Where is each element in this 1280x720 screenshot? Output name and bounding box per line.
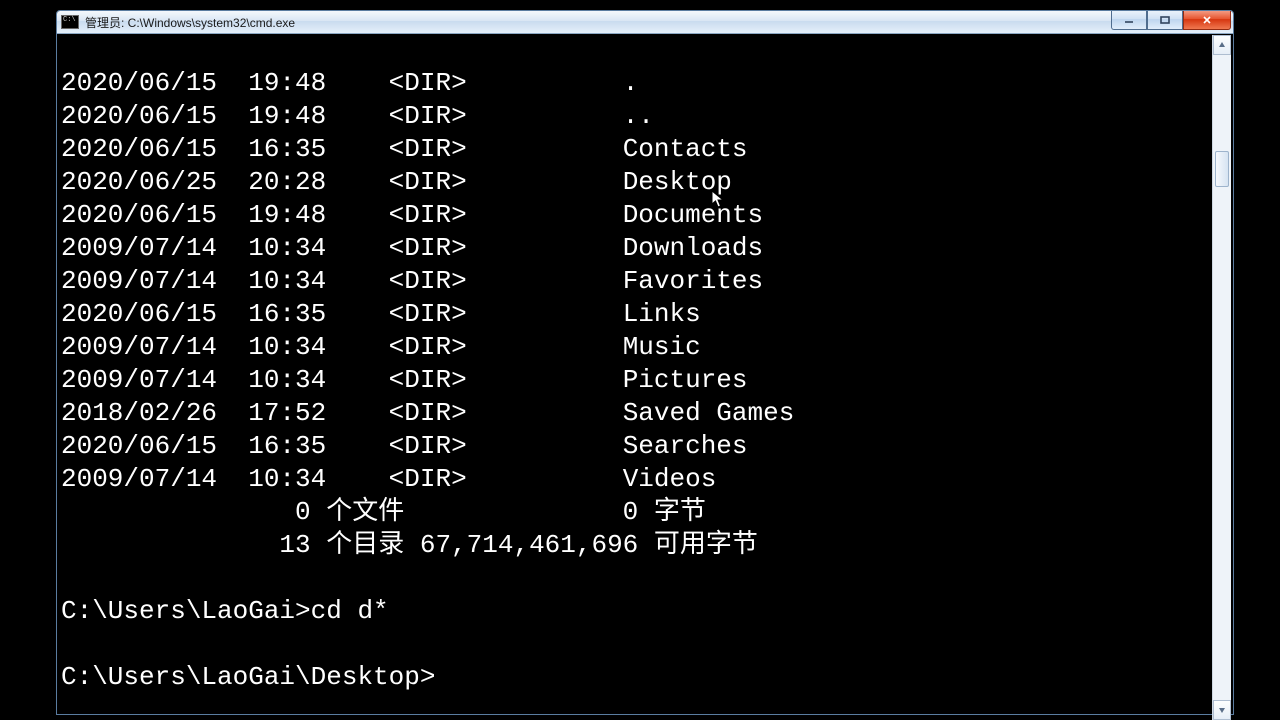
scroll-up-button[interactable]	[1213, 35, 1231, 55]
maximize-button[interactable]	[1147, 11, 1183, 30]
titlebar[interactable]: 管理员: C:\Windows\system32\cmd.exe	[57, 11, 1233, 34]
vertical-scroll-thumb[interactable]	[1215, 151, 1229, 187]
minimize-button[interactable]	[1111, 11, 1147, 30]
vertical-scrollbar[interactable]	[1212, 35, 1231, 720]
scroll-down-button[interactable]	[1213, 700, 1231, 720]
cmd-window: 管理员: C:\Windows\system32\cmd.exe 2020/06…	[56, 10, 1234, 715]
window-title: 管理员: C:\Windows\system32\cmd.exe	[85, 14, 295, 31]
vertical-scroll-track[interactable]	[1213, 55, 1231, 700]
terminal-output[interactable]: 2020/06/15 19:48 <DIR> . 2020/06/15 19:4…	[59, 61, 1212, 694]
close-button[interactable]	[1183, 11, 1231, 30]
cmd-icon	[61, 15, 79, 29]
